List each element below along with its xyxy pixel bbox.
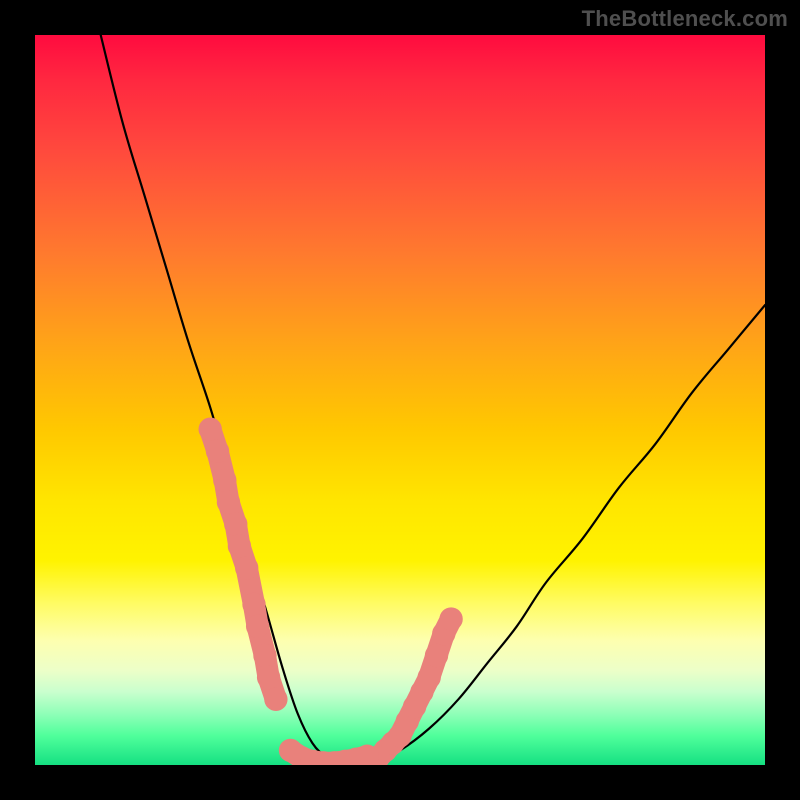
chart-svg	[35, 35, 765, 765]
dot-cluster-left-dot	[246, 615, 269, 638]
watermark-label: TheBottleneck.com	[582, 6, 788, 32]
dot-cluster-left-dot	[228, 534, 251, 557]
dot-cluster-right-dot	[418, 666, 441, 689]
dot-cluster-left-dot	[257, 666, 280, 689]
dot-cluster-left-dot	[253, 644, 276, 667]
dot-cluster-left-dot	[264, 688, 287, 711]
dot-cluster-left-dot	[224, 512, 247, 535]
dot-cluster-left-dot	[199, 418, 222, 441]
dot-cluster-right-dot	[439, 607, 462, 630]
dot-cluster-left-dot	[217, 491, 240, 514]
chart-frame: TheBottleneck.com	[0, 0, 800, 800]
dot-cluster-left-dot	[213, 469, 236, 492]
dot-cluster-left-dot	[235, 556, 258, 579]
dot-cluster-left-dot	[206, 439, 229, 462]
dot-cluster-right-dot	[425, 644, 448, 667]
plot-area	[35, 35, 765, 765]
dot-cluster-left-dot	[242, 593, 265, 616]
